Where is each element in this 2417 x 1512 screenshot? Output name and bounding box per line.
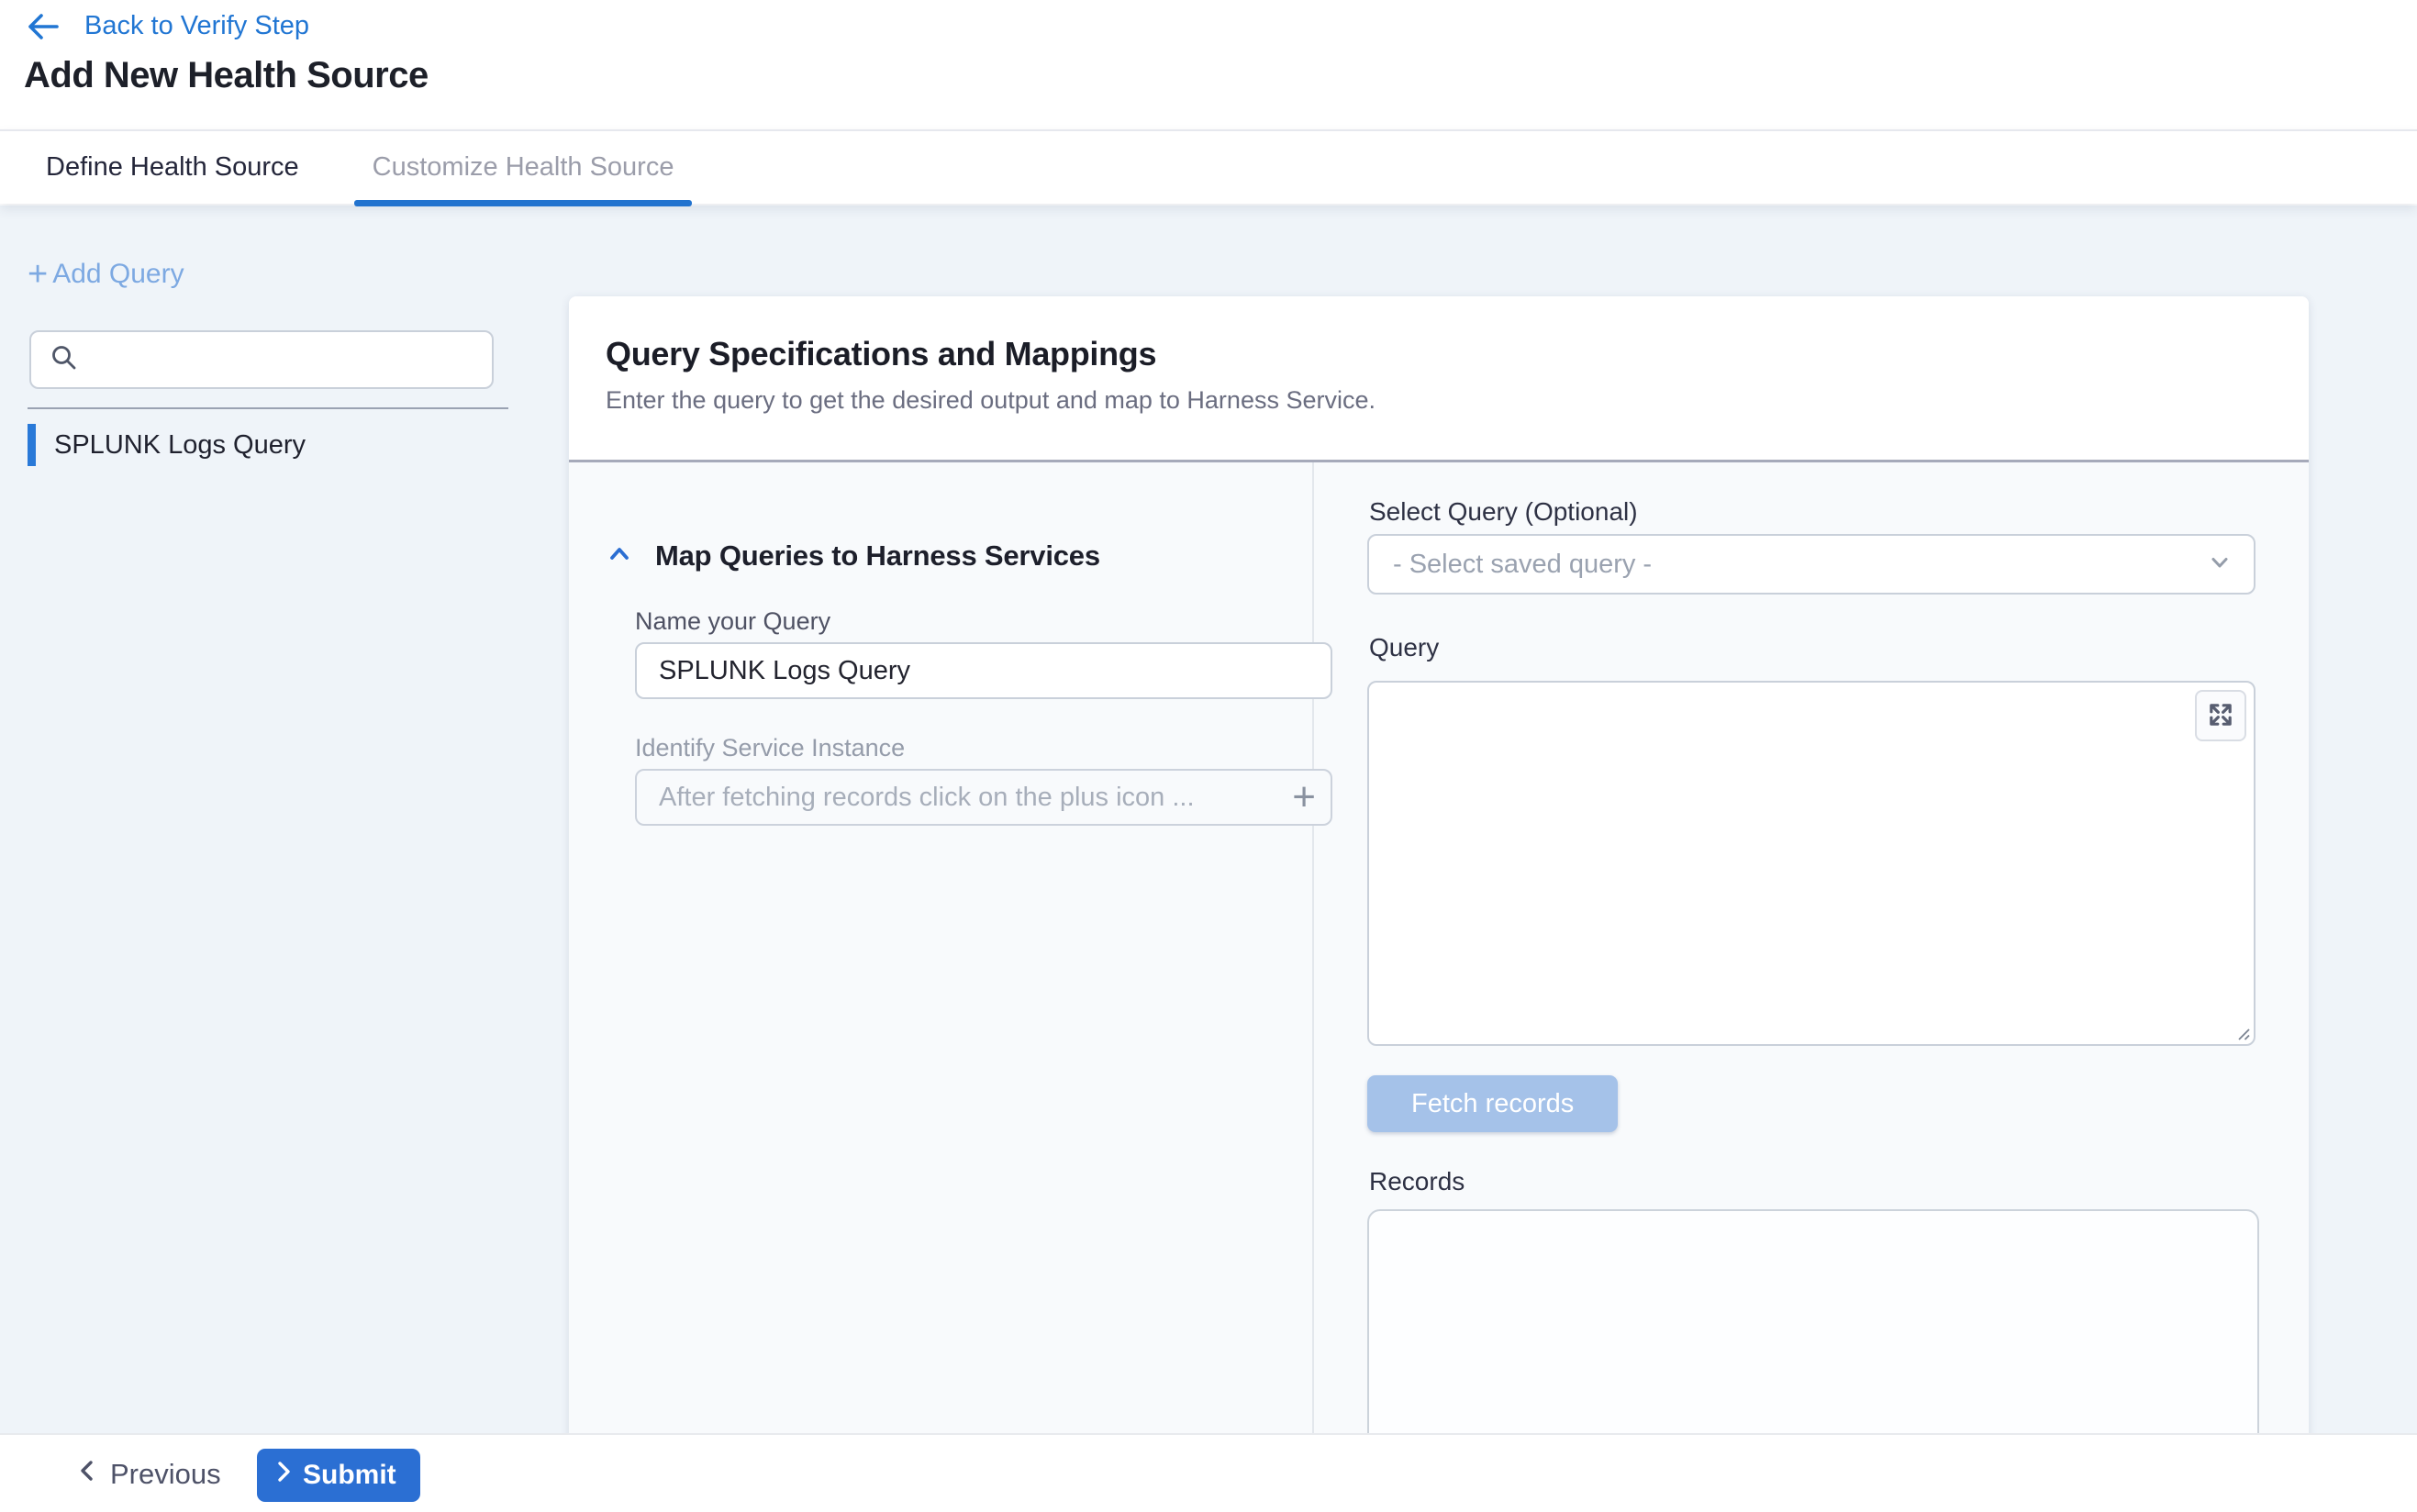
arrow-left-icon [26, 12, 61, 41]
tab-define-label: Define Health Source [46, 152, 299, 183]
saved-query-select-value: - Select saved query - [1393, 550, 1652, 580]
maximize-icon [2207, 701, 2234, 731]
card-subtitle: Enter the query to get the desired outpu… [606, 386, 2309, 415]
chevron-down-icon [2206, 549, 2233, 581]
name-your-query-label: Name your Query [635, 607, 830, 636]
chevron-left-icon [77, 1458, 99, 1491]
page-title: Add New Health Source [24, 55, 429, 96]
content-area: + Add Query SPLUNK Logs Query Query Spec… [0, 206, 2417, 1433]
map-queries-title: Map Queries to Harness Services [655, 539, 1100, 573]
map-queries-column: Map Queries to Harness Services Name you… [569, 462, 1314, 1433]
query-search-box [29, 330, 494, 389]
query-label: Query [1369, 633, 1439, 662]
query-name-input[interactable] [635, 642, 1332, 699]
saved-query-select[interactable]: - Select saved query - [1367, 534, 2255, 595]
tab-define-health-source[interactable]: Define Health Source [46, 130, 299, 205]
identify-service-instance-label: Identify Service Instance [635, 734, 905, 762]
plus-icon: + [28, 261, 48, 288]
service-instance-field: + [635, 769, 1332, 826]
card-title: Query Specifications and Mappings [569, 296, 2309, 373]
add-health-source-screen: Back to Verify Step Add New Health Sourc… [0, 0, 2417, 1512]
back-link-label: Back to Verify Step [84, 11, 309, 41]
records-label: Records [1369, 1167, 1465, 1196]
fetch-records-button[interactable]: Fetch records [1367, 1075, 1618, 1132]
service-instance-plus-icon[interactable]: + [1292, 777, 1316, 817]
active-tab-indicator [354, 200, 693, 206]
search-icon [48, 341, 81, 379]
map-queries-accordion-toggle[interactable]: Map Queries to Harness Services [606, 539, 1100, 573]
add-query-label: Add Query [52, 259, 184, 290]
resize-grip-icon[interactable] [2231, 1021, 2251, 1041]
tab-customize-health-source[interactable]: Customize Health Source [354, 130, 693, 205]
expand-query-button[interactable] [2195, 690, 2246, 741]
sidebar-divider [28, 407, 508, 409]
search-input[interactable] [92, 334, 492, 385]
footer-bar: Previous Submit [0, 1433, 2417, 1512]
select-query-label: Select Query (Optional) [1369, 497, 1638, 527]
previous-label: Previous [110, 1458, 221, 1491]
query-textarea[interactable] [1367, 681, 2255, 1046]
query-specifications-card: Query Specifications and Mappings Enter … [569, 296, 2309, 1433]
chevron-right-icon [273, 1459, 294, 1492]
query-column: Select Query (Optional) - Select saved q… [1314, 462, 2309, 1433]
query-list-item-splunk-logs-query[interactable]: SPLUNK Logs Query [28, 424, 508, 466]
query-editor [1367, 681, 2255, 1046]
add-query-button[interactable]: + Add Query [28, 259, 184, 290]
service-instance-input[interactable] [635, 769, 1332, 826]
health-source-tabbar: Define Health Source Customize Health So… [0, 129, 2417, 204]
submit-button[interactable]: Submit [257, 1449, 420, 1502]
card-header: Query Specifications and Mappings Enter … [569, 296, 2309, 462]
records-panel [1367, 1209, 2259, 1433]
back-to-verify-step-link[interactable]: Back to Verify Step [26, 11, 309, 41]
submit-label: Submit [303, 1460, 396, 1491]
tab-customize-label: Customize Health Source [373, 152, 674, 183]
previous-button[interactable]: Previous [72, 1435, 227, 1512]
card-body: Map Queries to Harness Services Name you… [569, 462, 2309, 1433]
chevron-up-icon [606, 540, 633, 573]
query-item-label: SPLUNK Logs Query [54, 430, 306, 461]
selected-item-bar [28, 424, 36, 466]
